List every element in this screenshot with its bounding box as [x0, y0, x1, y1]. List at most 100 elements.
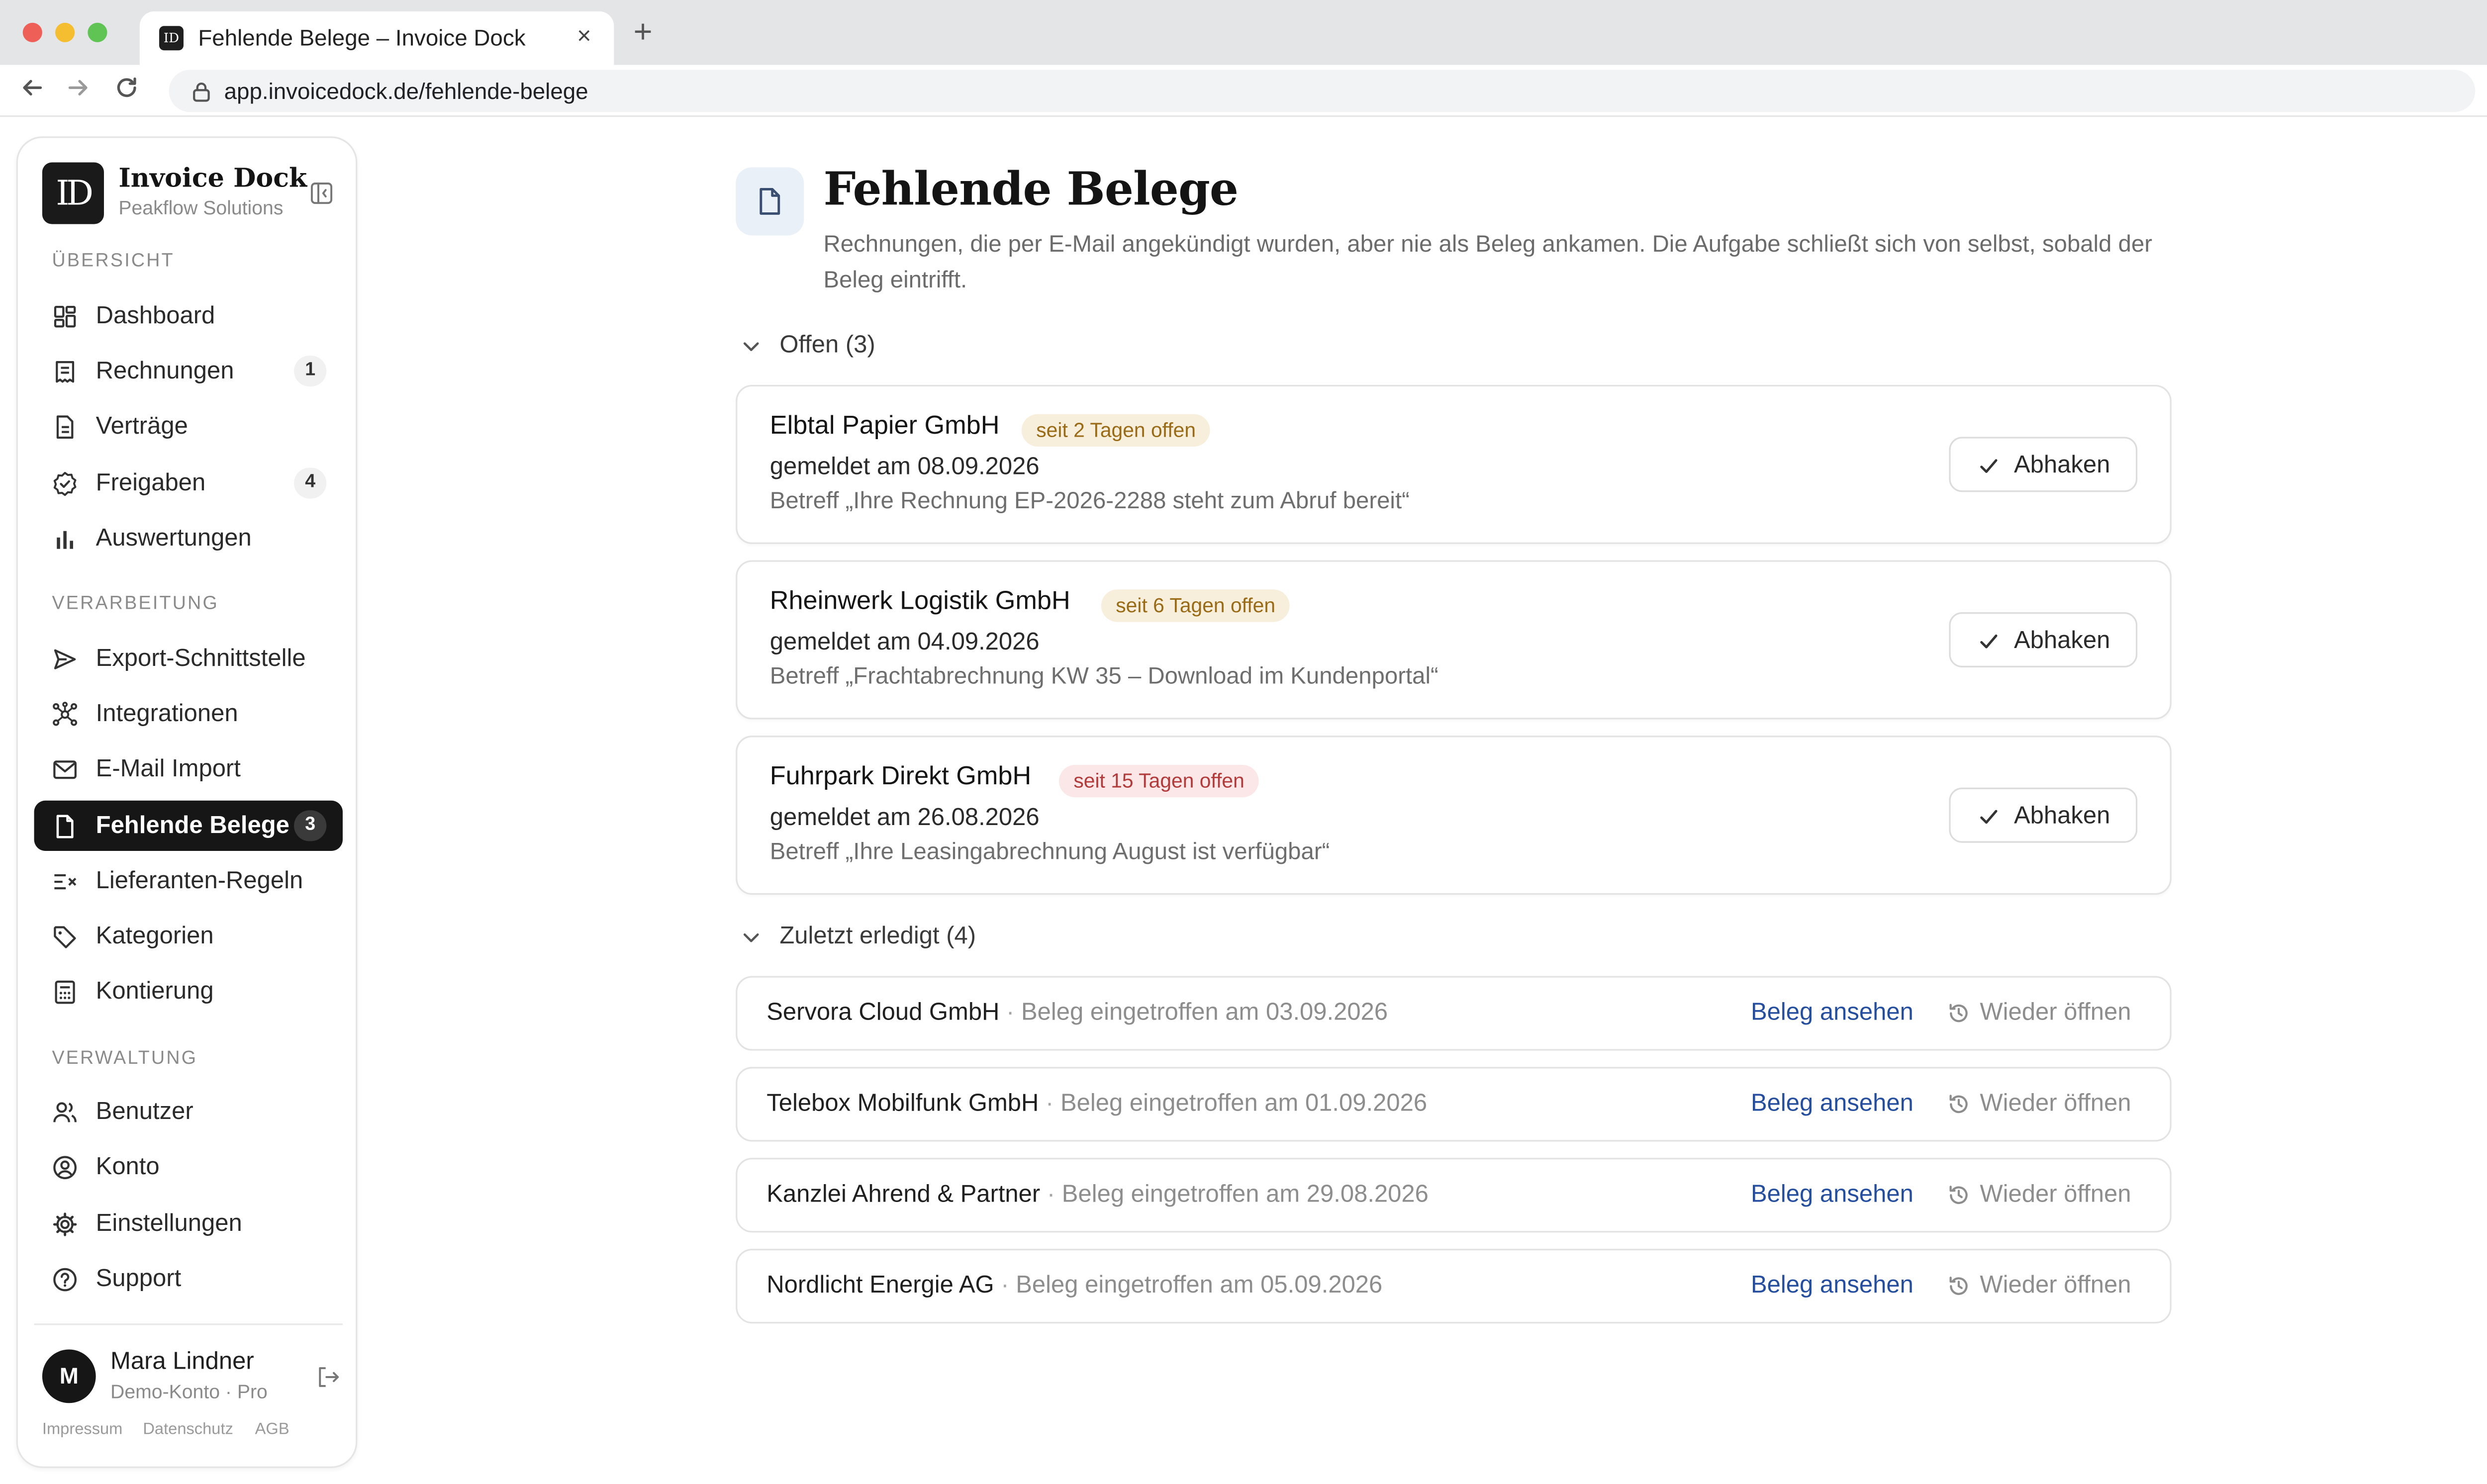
checkmark-icon — [1980, 459, 1998, 473]
email-subject: Betreff „Ihre Leasingabrechnung August i… — [769, 839, 1330, 866]
view-receipt-link[interactable]: Beleg ansehen — [1751, 1090, 1913, 1117]
sidebar-item-approvals[interactable]: Freigaben 4 — [34, 458, 343, 508]
check-off-label: Abhaken — [2013, 802, 2110, 830]
gear-icon — [53, 1212, 77, 1236]
sidebar-item-invoices[interactable]: Rechnungen 1 — [34, 346, 343, 396]
collapse-sidebar-icon[interactable] — [310, 182, 333, 213]
app-logo: ID — [42, 162, 104, 224]
footer-link-privacy[interactable]: Datenschutz — [143, 1421, 233, 1439]
status-badge: seit 15 Tagen offen — [1058, 764, 1259, 798]
footer-link-terms[interactable]: AGB — [255, 1421, 289, 1439]
reopen-label: Wieder öffnen — [1980, 1180, 2131, 1208]
new-tab-icon[interactable]: + — [633, 14, 652, 52]
done-item-text: Telebox Mobilfunk GmbH · Beleg eingetrof… — [766, 1090, 1427, 1117]
user-plan: Demo-Konto · Pro — [110, 1380, 268, 1403]
sidebar-item-categories[interactable]: Kategorien — [34, 911, 343, 961]
sidebar-item-missing-receipts[interactable]: Fehlende Belege 3 — [34, 800, 343, 851]
section-label-administration: VERWALTUNG — [52, 1049, 198, 1069]
tab-close-icon[interactable]: × — [577, 23, 591, 51]
sidebar-item-label: Support — [96, 1265, 182, 1293]
done-item-row: Telebox Mobilfunk GmbH · Beleg eingetrof… — [736, 1067, 2172, 1142]
sidebar-divider — [34, 1323, 343, 1325]
sidebar-item-label: Kontierung — [96, 977, 214, 1006]
tag-icon — [54, 926, 76, 948]
count-badge: 1 — [294, 356, 327, 387]
users-icon — [53, 1102, 77, 1122]
mail-icon — [53, 760, 77, 779]
page-description: Rechnungen, die per E-Mail angekündigt w… — [823, 232, 2152, 294]
page-title: Fehlende Belege — [823, 162, 1239, 216]
sidebar-item-label: Freigaben — [96, 469, 206, 497]
sidebar-item-contracts[interactable]: Verträge — [34, 401, 343, 452]
window-zoom-dot[interactable] — [88, 22, 107, 42]
avatar[interactable]: M — [42, 1349, 96, 1403]
address-bar[interactable]: app.invoicedock.de/fehlende-belege — [169, 70, 2476, 112]
reload-icon[interactable] — [114, 75, 140, 109]
sidebar-item-label: Verträge — [96, 412, 188, 440]
window-minimize-dot[interactable] — [55, 22, 75, 42]
sidebar-item-label: Konto — [96, 1153, 160, 1181]
browser-tab-bar: ID Fehlende Belege – Invoice Dock × + — [0, 0, 2487, 65]
sidebar-item-account-assignment[interactable]: Kontierung — [34, 966, 343, 1017]
reopen-label: Wieder öffnen — [1980, 1090, 2131, 1117]
view-receipt-link[interactable]: Beleg ansehen — [1751, 1272, 1913, 1299]
browser-tab-active[interactable]: ID Fehlende Belege – Invoice Dock × — [139, 11, 614, 65]
sidebar-item-dashboard[interactable]: Dashboard — [34, 290, 343, 341]
sidebar-item-label: Integrationen — [96, 700, 238, 728]
checkmark-icon — [1980, 634, 1998, 649]
arrival-note: Beleg eingetroffen am 29.08.2026 — [1061, 1180, 1429, 1208]
separator: · — [1039, 1090, 1060, 1117]
email-subject: Betreff „Frachtabrechnung KW 35 – Downlo… — [769, 664, 1438, 690]
reported-date: gemeldet am 26.08.2026 — [769, 804, 1040, 832]
back-icon[interactable] — [19, 75, 45, 109]
sidebar: ID Invoice Dock Peakflow Solutions ÜBERS… — [16, 136, 358, 1468]
vendor-name: Rheinwerk Logistik GmbH — [769, 588, 1070, 616]
footer-link-imprint[interactable]: Impressum — [42, 1421, 122, 1439]
arrival-note: Beleg eingetroffen am 05.09.2026 — [1016, 1271, 1383, 1299]
check-off-button[interactable]: Abhaken — [1949, 437, 2138, 492]
history-icon — [1949, 1095, 1968, 1113]
sidebar-item-label: Lieferanten-Regeln — [96, 867, 303, 895]
sidebar-item-reports[interactable]: Auswertungen — [34, 513, 343, 563]
section-label-processing: VERARBEITUNG — [52, 594, 219, 614]
sidebar-item-label: Kategorien — [96, 922, 214, 950]
window-close-dot[interactable] — [22, 22, 42, 42]
forward-icon[interactable] — [65, 75, 91, 109]
sidebar-item-support[interactable]: Support — [34, 1254, 343, 1304]
done-item-row: Servora Cloud GmbH · Beleg eingetroffen … — [736, 976, 2172, 1051]
sidebar-item-integrations[interactable]: Integrationen — [34, 688, 343, 739]
sidebar-item-export[interactable]: Export-Schnittstelle — [34, 633, 343, 683]
sidebar-item-label: Fehlende Belege — [96, 812, 289, 840]
reopen-label: Wieder öffnen — [1980, 1271, 2131, 1299]
done-item-text: Servora Cloud GmbH · Beleg eingetroffen … — [766, 999, 1388, 1026]
history-icon — [1949, 1277, 1968, 1295]
check-off-button[interactable]: Abhaken — [1949, 787, 2138, 843]
sidebar-item-account[interactable]: Konto — [34, 1142, 343, 1192]
done-item-row: Kanzlei Ahrend & Partner · Beleg eingetr… — [736, 1158, 2172, 1233]
arrival-note: Beleg eingetroffen am 01.09.2026 — [1060, 1090, 1428, 1117]
open-group-label: Offen (3) — [779, 331, 875, 359]
network-icon — [53, 702, 78, 726]
sidebar-item-email-import[interactable]: E-Mail Import — [34, 744, 343, 794]
check-off-button[interactable]: Abhaken — [1949, 612, 2138, 668]
sidebar-item-supplier-rules[interactable]: Lieferanten-Regeln — [34, 856, 343, 906]
view-receipt-link[interactable]: Beleg ansehen — [1751, 1181, 1913, 1208]
user-name: Mara Lindner — [110, 1348, 254, 1376]
invoice-icon — [56, 361, 75, 383]
sidebar-item-label: Export-Schnittstelle — [96, 645, 306, 672]
vendor-name: Elbtal Papier GmbH — [769, 412, 1000, 440]
status-badge: seit 6 Tagen offen — [1101, 589, 1290, 622]
organization-name: Peakflow Solutions — [118, 196, 284, 219]
email-subject: Betreff „Ihre Rechnung EP-2026-2288 steh… — [769, 488, 1410, 515]
sidebar-item-users[interactable]: Benutzer — [34, 1086, 343, 1136]
sidebar-item-label: Rechnungen — [96, 357, 234, 385]
done-item-row: Nordlicht Energie AG · Beleg eingetroffe… — [736, 1249, 2172, 1324]
send-icon — [54, 649, 76, 669]
logout-icon[interactable] — [317, 1366, 340, 1396]
view-receipt-link[interactable]: Beleg ansehen — [1751, 999, 1913, 1026]
sidebar-item-settings[interactable]: Einstellungen — [34, 1199, 343, 1249]
arrival-note: Beleg eingetroffen am 03.09.2026 — [1021, 999, 1388, 1026]
reported-date: gemeldet am 04.09.2026 — [769, 628, 1040, 656]
rules-icon — [54, 874, 77, 890]
calculator-icon — [55, 980, 75, 1004]
